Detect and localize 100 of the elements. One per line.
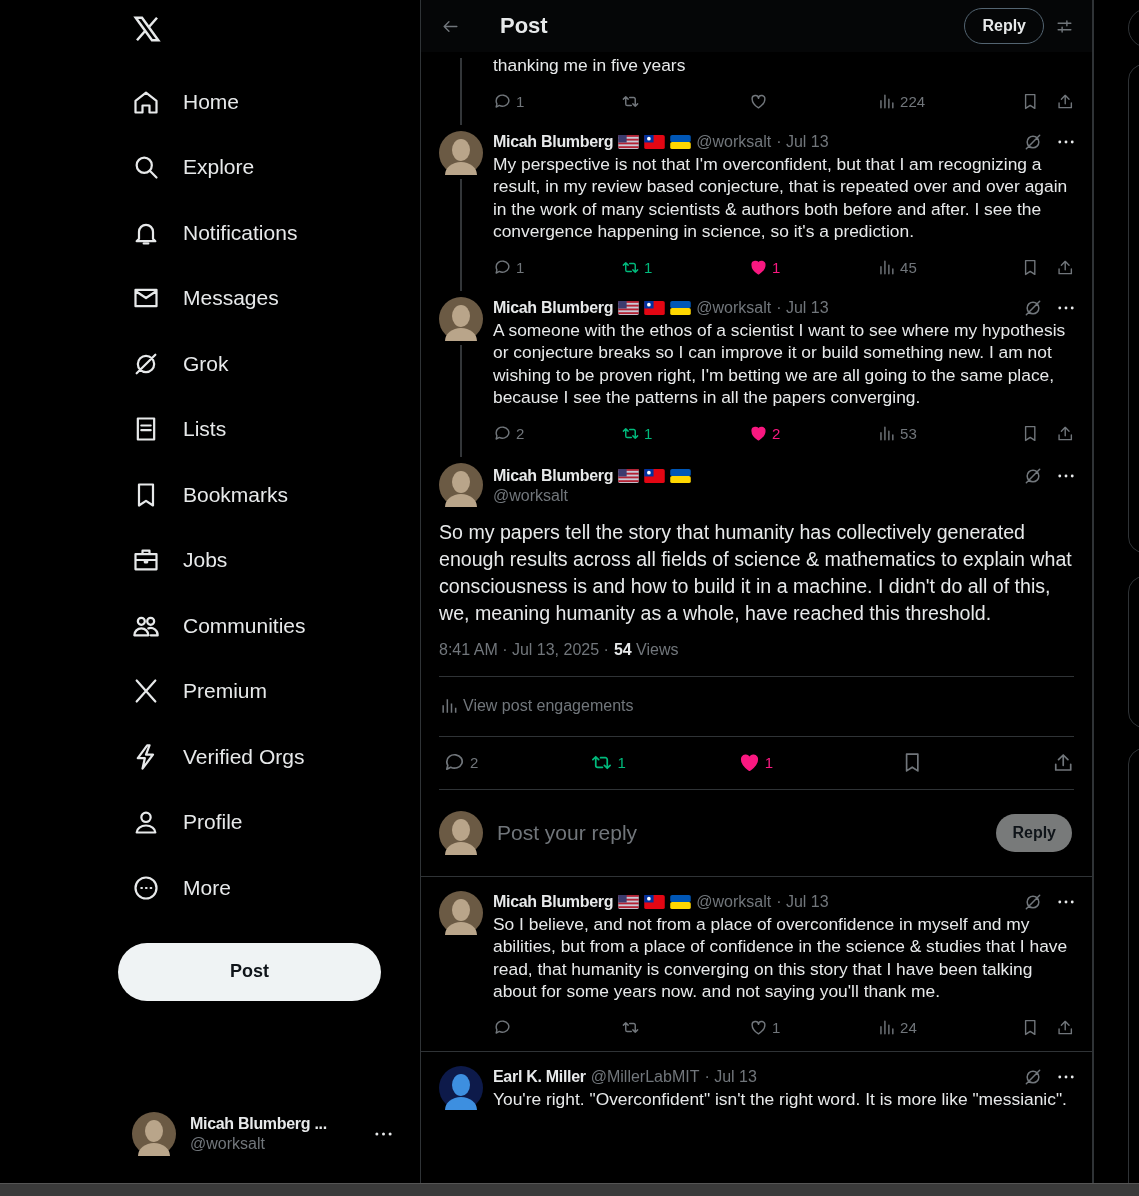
post-text: A someone with the ethos of a scientist I want to see where my hypothesis or conjecture breaks so I can improve it or build something new. I am not wishing to be proven right, I'm betting we are all going to the same place, because I see the patterns in all the papers converging. xyxy=(493,318,1067,409)
like-button[interactable]: 1 xyxy=(737,751,886,774)
nav-label: Profile xyxy=(183,810,243,835)
nav-item[interactable]: Premium xyxy=(118,658,267,724)
like-button[interactable]: 2 xyxy=(749,424,878,443)
heart-icon[interactable] xyxy=(749,1018,769,1037)
speech-bubble-icon[interactable] xyxy=(493,1018,512,1037)
user-name[interactable]: Micah Blumberg xyxy=(493,892,614,911)
user-handle[interactable]: @MillerLabMIT xyxy=(590,1067,700,1086)
bar-chart-icon[interactable] xyxy=(877,1018,897,1037)
nav-item[interactable]: Bookmarks xyxy=(118,462,289,528)
nav-item[interactable]: Lists xyxy=(118,396,227,462)
more-icon[interactable] xyxy=(1058,899,1074,904)
nav-item[interactable]: Notifications xyxy=(118,200,298,266)
post-text: thanking me in five years xyxy=(493,54,687,77)
bar-chart-icon[interactable] xyxy=(877,92,897,111)
avatar[interactable] xyxy=(439,1065,483,1110)
user-name[interactable]: Micah Blumberg xyxy=(493,132,614,151)
page-title: Post xyxy=(500,13,548,39)
share-icon[interactable] xyxy=(1055,92,1074,111)
avatar[interactable] xyxy=(439,130,483,175)
post-text: My perspective is not that I'm overconfident, but that I am recognizing a result, in my review based conjecture, that is repeated over and over again in the work of many scientists & authors both before and after. I see the convergence happening in science, so it's a prediction. xyxy=(493,152,1069,243)
nav-label: Communities xyxy=(183,613,306,638)
user-name[interactable]: Micah Blumberg xyxy=(493,298,614,317)
post-text: So I believe, and not from a place of overconfidence in myself and my abilities, but from a place of confidence in the science & studies that I have read, that humanity is converging on this story that I have been talking about for some years now. and not saying you'll thank me. xyxy=(493,912,1069,1003)
repost-button[interactable]: 1 xyxy=(621,424,750,443)
share-icon[interactable] xyxy=(1055,424,1074,443)
repost-button[interactable]: 1 xyxy=(590,751,738,774)
avatar[interactable] xyxy=(439,462,483,507)
avatar[interactable] xyxy=(439,810,483,855)
nav-item[interactable]: Jobs xyxy=(118,527,228,593)
user-handle[interactable]: @worksalt xyxy=(696,132,772,151)
post-date[interactable]: · Jul 13 xyxy=(704,1067,757,1086)
heart-icon[interactable] xyxy=(749,424,769,443)
user-handle[interactable]: @worksalt xyxy=(696,892,772,911)
share-icon[interactable] xyxy=(1055,1018,1074,1037)
more-icon[interactable] xyxy=(375,1132,392,1136)
post-date[interactable]: · Jul 13 xyxy=(776,298,829,317)
nav-item[interactable]: Grok xyxy=(118,331,229,397)
user-name[interactable]: Micah Blumberg xyxy=(493,466,614,485)
account-handle: @worksalt xyxy=(190,1135,266,1153)
avatar[interactable] xyxy=(132,1112,176,1156)
reply-button[interactable]: 2 xyxy=(443,751,591,774)
more-icon[interactable] xyxy=(1058,1074,1074,1079)
views-button[interactable]: 24 xyxy=(877,1018,1006,1037)
reply-button[interactable]: 1 xyxy=(493,92,622,111)
post-button[interactable]: Post xyxy=(118,942,381,1001)
post-date[interactable]: · Jul 13 xyxy=(776,892,829,911)
user-handle[interactable]: @worksalt xyxy=(696,298,772,317)
like-button[interactable]: 1 xyxy=(749,1018,878,1037)
avatar[interactable] xyxy=(439,890,483,935)
speech-bubble-icon[interactable] xyxy=(493,258,512,277)
nav-label: Verified Orgs xyxy=(183,744,305,769)
share-icon[interactable] xyxy=(1055,258,1074,277)
nav-label: Lists xyxy=(183,417,227,442)
user-handle[interactable]: @worksalt xyxy=(493,486,1074,505)
reply-button[interactable]: 2 xyxy=(493,424,622,443)
heart-icon[interactable] xyxy=(749,92,769,111)
speech-bubble-icon[interactable] xyxy=(493,424,512,443)
nav-label: Home xyxy=(183,89,240,114)
user-name[interactable]: Earl K. Miller xyxy=(493,1067,586,1086)
avatar[interactable] xyxy=(439,296,483,341)
nav-item[interactable]: Communities xyxy=(118,593,306,659)
like-button[interactable]: 1 xyxy=(749,258,878,277)
repost-button[interactable]: 1 xyxy=(621,258,750,277)
nav-item[interactable]: Messages xyxy=(118,265,279,331)
nav-item[interactable]: Home xyxy=(118,69,240,135)
more-icon[interactable] xyxy=(1058,139,1074,144)
nav-item[interactable]: Explore xyxy=(118,134,255,200)
nav-label: Grok xyxy=(183,351,229,376)
nav-label: Premium xyxy=(183,679,267,704)
more-icon[interactable] xyxy=(1058,473,1074,478)
nav-item[interactable]: Profile xyxy=(118,789,243,855)
nav-label: Jobs xyxy=(183,548,228,573)
bar-chart-icon[interactable] xyxy=(877,424,897,443)
post-date[interactable]: · Jul 13 xyxy=(776,132,829,151)
more-icon xyxy=(132,873,160,902)
nav-label: Bookmarks xyxy=(183,482,289,507)
view-count: 54 Views xyxy=(613,640,679,659)
nav-label: More xyxy=(183,875,231,900)
speech-bubble-icon[interactable] xyxy=(493,92,512,111)
post-timestamp[interactable]: 8:41 AM · Jul 13, 2025 · xyxy=(439,640,609,659)
engagements-link[interactable]: View post engagements xyxy=(439,676,1074,737)
post-text: So my papers tell the story that humanity has collectively generated enough results across all fields of science & mathematics to explain what consciousness is and how to build it in a machine. I didn't do all of this, we, meaning humanity as a whole, have reached this threshold. xyxy=(439,519,1073,626)
heart-icon[interactable] xyxy=(749,258,769,277)
reply-button[interactable]: 1 xyxy=(493,258,622,277)
nav-label: Explore xyxy=(183,155,255,180)
nav-label: Notifications xyxy=(183,220,298,245)
bar-chart-icon[interactable] xyxy=(877,258,897,277)
nav-item[interactable]: Verified Orgs xyxy=(118,724,305,790)
x-logo-icon[interactable] xyxy=(132,14,162,44)
more-icon[interactable] xyxy=(1058,305,1074,310)
account-name: Micah Blumberg ... xyxy=(190,1115,328,1133)
post-text: You're right. "Overconfident" isn't the right word. It is more like "messianic". xyxy=(493,1087,1068,1110)
bar-chart-icon xyxy=(439,696,459,716)
views-button[interactable]: 45 xyxy=(877,258,1006,277)
views-button[interactable]: 224 xyxy=(877,92,1006,111)
nav-item[interactable]: More xyxy=(118,855,231,921)
views-button[interactable]: 53 xyxy=(877,424,1006,443)
nav-label: Messages xyxy=(183,286,279,311)
